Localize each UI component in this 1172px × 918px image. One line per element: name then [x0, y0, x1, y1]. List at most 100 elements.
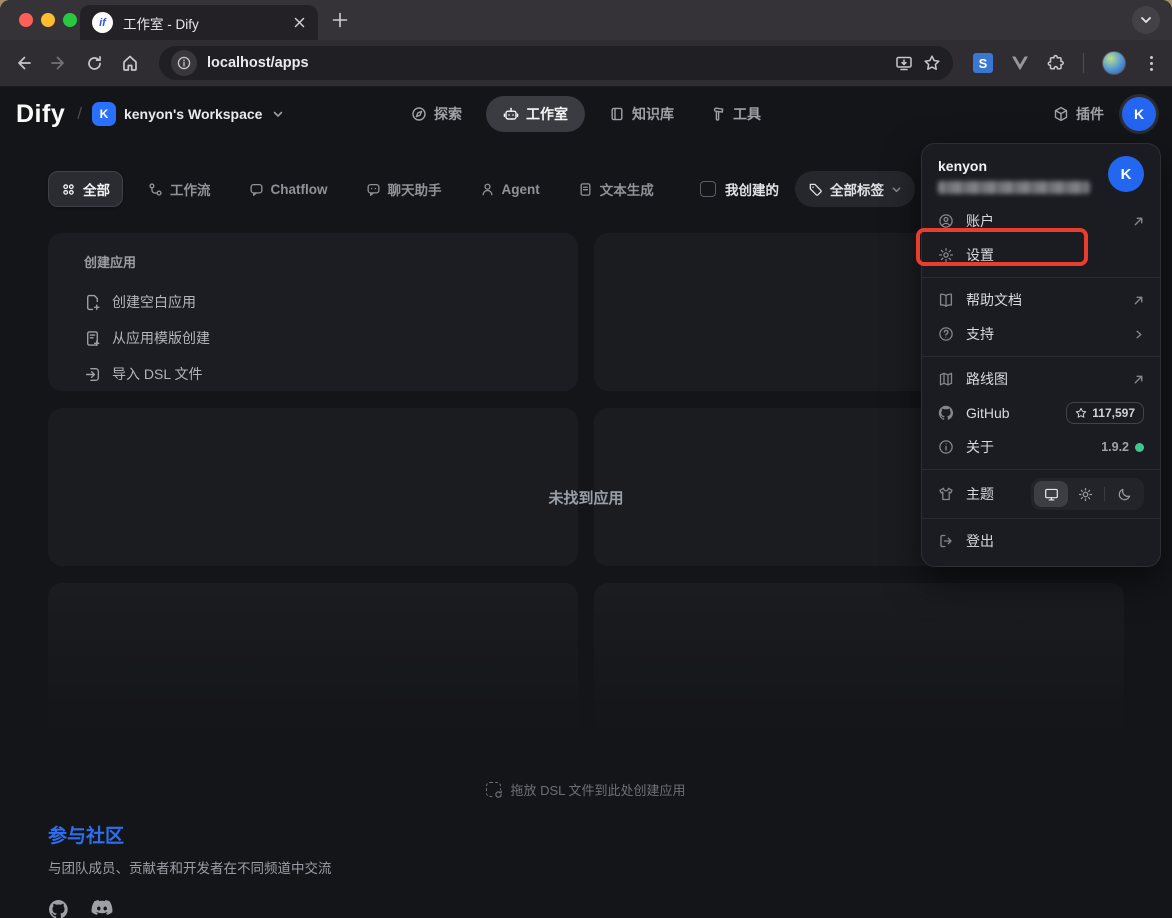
version-status-dot — [1135, 443, 1144, 452]
import-dsl-label: 导入 DSL 文件 — [112, 364, 203, 384]
import-dsl-button[interactable]: 导入 DSL 文件 — [84, 356, 542, 392]
tshirt-icon — [938, 486, 954, 502]
filter-all-label: 全部 — [83, 179, 110, 199]
user-avatar[interactable]: K — [1122, 97, 1156, 131]
home-icon[interactable] — [121, 54, 139, 72]
workspace-selector[interactable]: K kenyon's Workspace — [92, 102, 284, 126]
help-docs-label: 帮助文档 — [966, 290, 1022, 310]
create-blank-app-button[interactable]: 创建空白应用 — [84, 284, 542, 320]
theme-dark-button[interactable] — [1107, 481, 1141, 507]
community-title-link[interactable]: 参与社区 — [48, 821, 332, 848]
community-section: 参与社区 与团队成员、贡献者和开发者在不同频道中交流 — [48, 821, 332, 918]
theme-toggle-divider — [1104, 487, 1105, 501]
filter-all[interactable]: 全部 — [48, 171, 123, 207]
install-app-icon[interactable] — [895, 54, 913, 72]
file-plus-icon — [84, 294, 101, 311]
create-app-card: 创建应用 创建空白应用 从应用模版创建 — [48, 233, 578, 391]
menu-item-settings[interactable]: 设置 — [922, 238, 1160, 272]
menu-item-github[interactable]: GitHub 117,597 — [922, 396, 1160, 430]
extension-s-icon[interactable]: S — [973, 53, 993, 73]
external-link-icon — [1133, 295, 1144, 306]
filter-chatbot-label: 聊天助手 — [388, 179, 442, 199]
filter-agent[interactable]: Agent — [467, 174, 553, 205]
tab-search-button[interactable] — [1132, 6, 1160, 34]
filter-completion[interactable]: 文本生成 — [565, 171, 667, 207]
nav-explore-label: 探索 — [434, 104, 462, 124]
browser-profile-avatar[interactable] — [1102, 51, 1126, 75]
menu-item-about[interactable]: 关于 1.9.2 — [922, 430, 1160, 464]
create-from-template-label: 从应用模版创建 — [112, 328, 210, 348]
nav-studio[interactable]: 工作室 — [486, 96, 585, 132]
external-link-icon — [1133, 216, 1144, 227]
info-circle-icon — [938, 439, 954, 455]
package-icon — [1053, 106, 1069, 122]
extension-vue-icon[interactable] — [1011, 55, 1029, 71]
github-stars-count: 117,597 — [1092, 406, 1135, 420]
github-icon[interactable] — [48, 899, 69, 918]
browser-menu-icon[interactable] — [1144, 56, 1158, 71]
github-icon — [938, 405, 954, 421]
traffic-lights — [19, 13, 77, 27]
back-icon[interactable] — [14, 54, 32, 72]
browser-window: if 工作室 - Dify localh — [0, 0, 1172, 918]
star-icon — [1075, 407, 1087, 419]
app-card-placeholder — [594, 583, 1124, 741]
bookmark-star-icon[interactable] — [923, 54, 941, 72]
tab-title: 工作室 - Dify — [123, 13, 290, 33]
grid-dots-icon — [61, 182, 76, 197]
app-card-placeholder — [48, 583, 578, 741]
plugins-button[interactable]: 插件 — [1053, 104, 1104, 124]
nav-tools-label: 工具 — [733, 104, 761, 124]
close-window-button[interactable] — [19, 13, 33, 27]
dropzone-label: 拖放 DSL 文件到此处创建应用 — [510, 780, 685, 799]
moon-icon — [1117, 487, 1132, 502]
create-app-title: 创建应用 — [84, 252, 542, 271]
tag-filter-label: 全部标签 — [830, 179, 884, 199]
url-text[interactable]: localhost/apps — [207, 55, 885, 71]
tag-filter-dropdown[interactable]: 全部标签 — [795, 171, 915, 207]
nav-knowledge-label: 知识库 — [632, 104, 674, 124]
settings-label: 设置 — [966, 245, 994, 265]
menu-item-logout[interactable]: 登出 — [922, 524, 1160, 558]
browser-tab[interactable]: if 工作室 - Dify — [80, 5, 318, 40]
filter-tabs: 全部 工作流 Chatflow 聊天助手 — [48, 171, 667, 207]
robot-icon — [503, 106, 519, 122]
theme-system-button[interactable] — [1034, 481, 1068, 507]
menu-item-support[interactable]: 支持 — [922, 317, 1160, 351]
nav-explore[interactable]: 探索 — [399, 96, 474, 132]
extensions-puzzle-icon[interactable] — [1047, 54, 1065, 72]
nav-tools[interactable]: 工具 — [698, 96, 773, 132]
tab-close-icon[interactable] — [290, 14, 308, 32]
menu-item-roadmap[interactable]: 路线图 — [922, 362, 1160, 396]
menu-divider — [922, 518, 1160, 519]
menu-item-theme: 主题 — [922, 475, 1160, 513]
site-info-icon[interactable] — [171, 50, 197, 76]
app-header: Dify / K kenyon's Workspace 探索 — [0, 87, 1172, 141]
filter-workflow-label: 工作流 — [170, 179, 211, 199]
book-icon — [609, 106, 625, 122]
new-tab-button[interactable] — [330, 10, 350, 30]
monitor-icon — [1044, 487, 1059, 502]
address-bar[interactable]: localhost/apps — [159, 46, 953, 80]
minimize-window-button[interactable] — [41, 13, 55, 27]
header-divider: / — [77, 104, 82, 124]
filter-chatbot[interactable]: 聊天助手 — [353, 171, 455, 207]
filter-chatflow[interactable]: Chatflow — [236, 174, 341, 205]
chat-bubble-icon — [366, 182, 381, 197]
fullscreen-window-button[interactable] — [63, 13, 77, 27]
discord-icon[interactable] — [91, 899, 113, 918]
theme-light-button[interactable] — [1068, 481, 1102, 507]
create-from-template-button[interactable]: 从应用模版创建 — [84, 320, 542, 356]
user-email-blurred — [938, 181, 1090, 194]
dify-logo[interactable]: Dify — [16, 100, 65, 129]
checkbox-icon[interactable] — [700, 181, 716, 197]
filter-workflow[interactable]: 工作流 — [135, 171, 224, 207]
document-icon — [578, 182, 593, 197]
reload-icon[interactable] — [86, 55, 103, 72]
menu-item-account[interactable]: 账户 — [922, 204, 1160, 238]
community-subtitle: 与团队成员、贡献者和开发者在不同频道中交流 — [48, 857, 332, 877]
created-by-me-filter[interactable]: 我创建的 — [700, 179, 779, 199]
nav-knowledge[interactable]: 知识库 — [597, 96, 686, 132]
forward-icon[interactable] — [50, 54, 68, 72]
menu-item-help-docs[interactable]: 帮助文档 — [922, 283, 1160, 317]
